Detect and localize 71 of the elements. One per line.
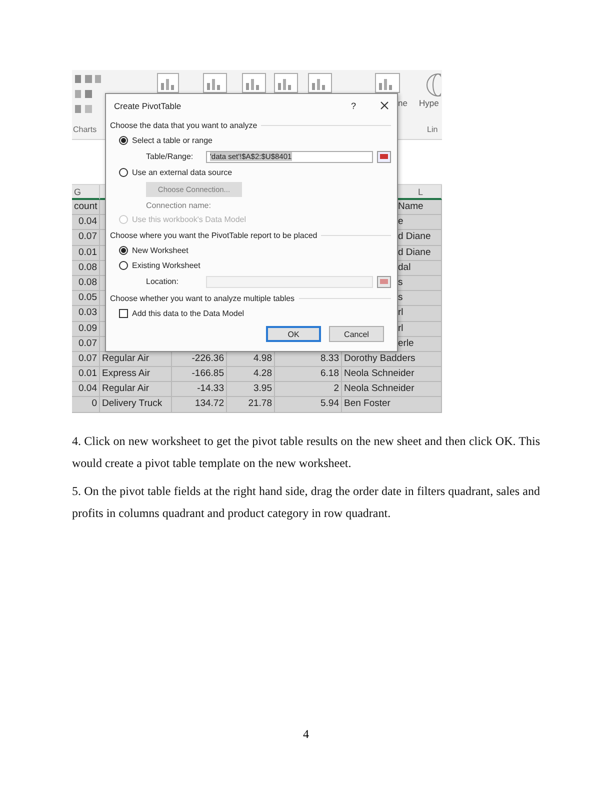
table-cell: Regular Air [100, 352, 172, 368]
table-cell: 0.03 [72, 306, 100, 322]
table-cell: 0.04 [72, 382, 100, 398]
table-cell: -226.36 [172, 352, 227, 368]
table-cell: count [72, 200, 100, 216]
table-cell: 21.78 [227, 397, 275, 413]
help-button[interactable]: ? [350, 100, 356, 110]
chart-icon[interactable] [308, 73, 332, 93]
group-label: Lin [427, 125, 438, 134]
field-label: Table/Range: [146, 152, 194, 161]
table-cell: Express Air [100, 367, 172, 382]
radio-label[interactable]: New Worksheet [132, 246, 188, 255]
table-cell: 134.72 [172, 397, 227, 413]
dialog-button[interactable]: OK [266, 326, 321, 342]
radio-button[interactable] [119, 246, 128, 255]
table-cell: 0.08 [72, 276, 100, 292]
field-label: Location: [146, 277, 180, 286]
button-label[interactable]: Hype [419, 98, 439, 108]
table-cell: 4.98 [227, 352, 275, 368]
paragraph: 4. Click on new worksheet to get the pivot table results on the new sheet and then click OK. This would create a pivot table template on the new worksheet. [72, 433, 540, 472]
table-cell: 0.08 [72, 260, 100, 276]
radio-label[interactable]: Select a table or range [132, 136, 212, 145]
range-picker-icon[interactable] [377, 276, 391, 288]
table-cell: 4.28 [227, 367, 275, 382]
table-cell: 0.07 [72, 336, 100, 352]
table-cell: 0.05 [72, 291, 100, 306]
table-cell: 3.95 [227, 382, 275, 398]
table-cell: 0.04 [72, 215, 100, 230]
chart-icon[interactable] [274, 73, 298, 93]
chart-icon[interactable] [157, 73, 179, 93]
dialog-title: Create PivotTable [114, 100, 182, 110]
table-cell: 0.07 [72, 230, 100, 246]
table-cell: Dorothy Badders [342, 352, 442, 368]
radio-label[interactable]: Existing Worksheet [132, 261, 200, 270]
dialog-button[interactable]: Cancel [329, 326, 384, 342]
table-cell: 0.07 [72, 352, 100, 368]
table-cell: 0.01 [72, 246, 100, 261]
section-heading: Choose the data that you want to analyze [110, 120, 258, 130]
button-label[interactable]: ne [398, 98, 408, 108]
table-cell: 5.94 [275, 397, 342, 413]
table-cell: 0.01 [72, 367, 100, 382]
column-header[interactable]: G [72, 185, 100, 200]
radio-button[interactable] [119, 261, 128, 270]
table-cell: 2 [275, 382, 342, 398]
table-cell: Neola Schneider [342, 367, 442, 382]
table-cell: Ben Foster [342, 397, 442, 413]
connection-name-label: Connection name: [146, 200, 211, 210]
checkbox[interactable] [119, 309, 128, 318]
table-cell: 6.18 [275, 367, 342, 382]
table-cell: 8.33 [275, 352, 342, 368]
section-heading: Choose where you want the PivotTable report to be placed [110, 230, 318, 240]
radio-label[interactable]: Use an external data source [132, 168, 232, 177]
section-heading: Choose whether you want to analyze multiple tables [110, 294, 295, 302]
table-cell: Delivery Truck [100, 397, 172, 413]
checkbox-label[interactable]: Add this data to the Data Model [132, 309, 244, 318]
page-number: 4 [303, 727, 309, 741]
radio-button[interactable] [119, 136, 128, 145]
chart-icon[interactable] [242, 73, 266, 93]
table-cell: 0.09 [72, 322, 100, 337]
table-cell: Neola Schneider [342, 382, 442, 398]
table-cell: -14.33 [172, 382, 227, 398]
chart-icon[interactable] [375, 73, 400, 93]
table-cell: Regular Air [100, 382, 172, 398]
chart-icon[interactable] [203, 73, 227, 93]
table-cell: -166.85 [172, 367, 227, 382]
group-label: Charts [73, 125, 97, 134]
radio-button[interactable] [119, 168, 128, 177]
range-picker-icon[interactable] [377, 150, 391, 162]
close-icon[interactable] [380, 101, 389, 110]
paragraph: 5. On the pivot table fields at the right hand side, drag the order date in filters quadrant, sales and profits in columns quadrant and product category in row quadrant. [72, 483, 540, 522]
table-cell: 0 [72, 397, 100, 413]
